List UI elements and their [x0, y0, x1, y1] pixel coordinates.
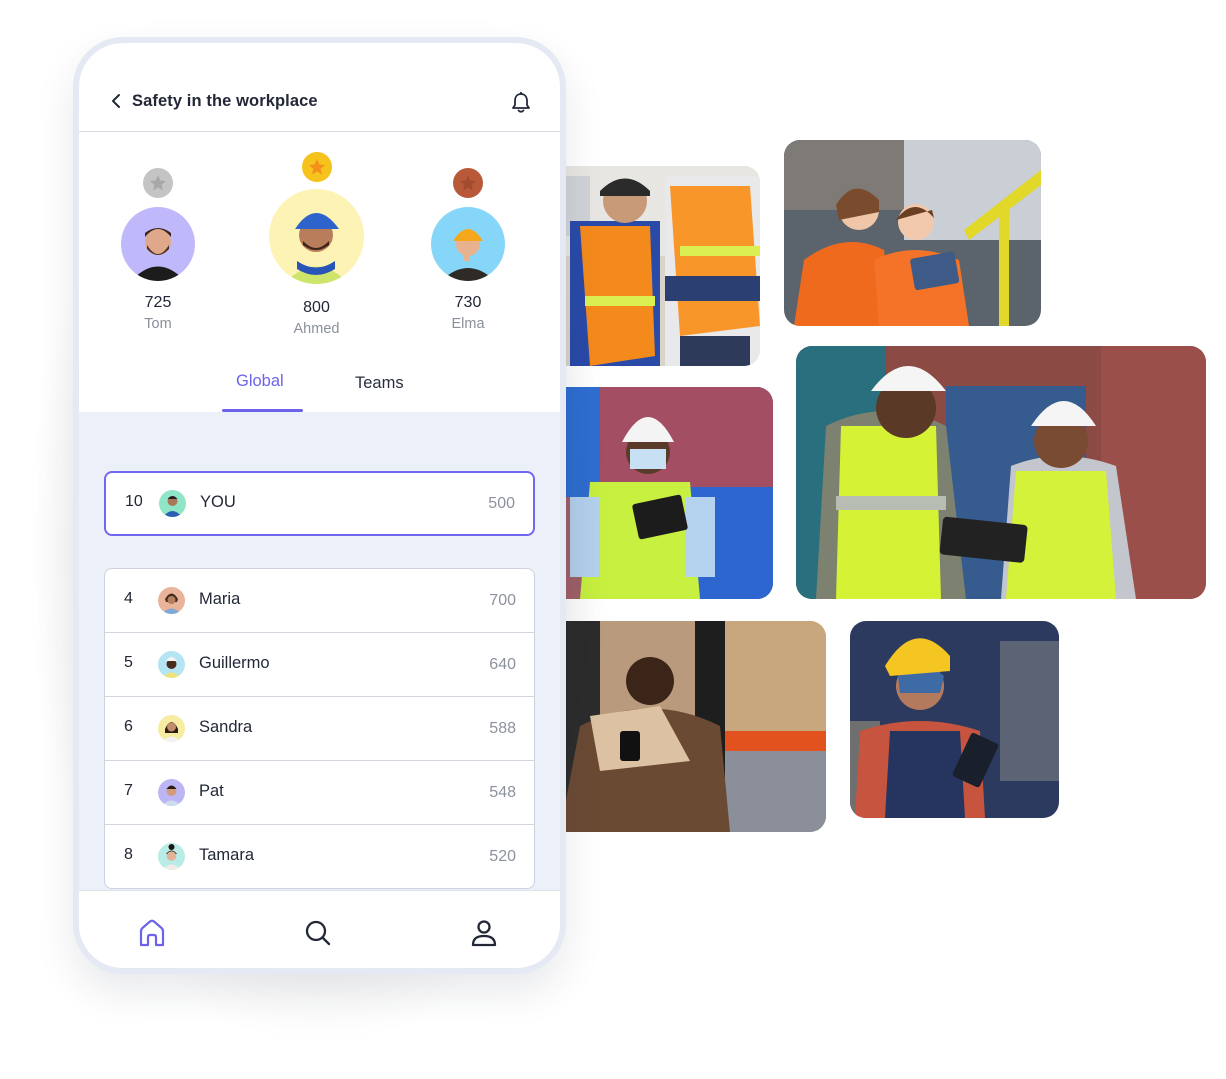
user-score: 588 [489, 720, 516, 737]
bottom-nav [79, 890, 560, 968]
page-title: Safety in the workplace [132, 92, 318, 110]
podium-name: Tom [144, 316, 172, 332]
list-item[interactable]: 4 Maria 700 [105, 569, 534, 633]
rank-number: 4 [124, 590, 133, 607]
rank-number: 5 [124, 654, 133, 671]
silver-medal-icon [143, 168, 173, 198]
chevron-left-icon[interactable] [109, 91, 123, 111]
user-score: 700 [489, 592, 516, 609]
leaderboard-list: 4 Maria 700 5 Guillermo 640 6 Sandra 588… [104, 568, 535, 889]
avatar-maria [158, 587, 185, 614]
search-icon[interactable] [303, 918, 333, 948]
user-score: 640 [489, 656, 516, 673]
bronze-medal-icon [453, 168, 483, 198]
podium-score: 725 [144, 294, 172, 311]
rank-number: 8 [124, 846, 133, 863]
user-score: 548 [489, 784, 516, 801]
user-score: 500 [488, 495, 515, 512]
profile-icon[interactable] [469, 918, 499, 948]
bell-icon[interactable] [511, 92, 531, 114]
avatar-sandra [158, 715, 185, 742]
home-icon[interactable] [137, 918, 167, 948]
avatar-you [159, 490, 186, 517]
podium-second-place[interactable]: 725 Tom [121, 168, 195, 338]
rank-number: 6 [124, 718, 133, 735]
avatar-guillermo [158, 651, 185, 678]
list-item[interactable]: 5 Guillermo 640 [105, 633, 534, 697]
avatar-tom [121, 207, 195, 281]
user-name: Maria [199, 590, 241, 608]
user-name: Sandra [199, 718, 253, 736]
rank-number: 10 [125, 493, 143, 510]
photo-women-orange-coveralls [784, 140, 1041, 326]
user-name: Pat [199, 782, 224, 800]
podium-name: Ahmed [293, 321, 340, 337]
avatar-ahmed [269, 189, 364, 284]
gold-medal-icon [302, 152, 332, 182]
user-name: YOU [200, 493, 236, 511]
user-name: Tamara [199, 846, 255, 864]
current-user-card[interactable]: 10 YOU 500 [104, 471, 535, 536]
list-item[interactable]: 7 Pat 548 [105, 761, 534, 825]
avatar-tamara [158, 843, 185, 870]
avatar-elma [431, 207, 505, 281]
tab-teams[interactable]: Teams [355, 374, 404, 393]
podium-third-place[interactable]: 730 Elma [431, 168, 505, 338]
active-tab-indicator [222, 409, 303, 412]
list-item[interactable]: 6 Sandra 588 [105, 697, 534, 761]
user-score: 520 [489, 848, 516, 865]
podium-score: 730 [454, 294, 482, 311]
podium-first-place[interactable]: 800 Ahmed [269, 152, 364, 342]
app-header: Safety in the workplace [79, 43, 560, 132]
phone-screen: Safety in the workplace 725 Tom 800 Ahme… [79, 43, 560, 968]
tab-global[interactable]: Global [236, 372, 284, 391]
photo-workers-hivis-tablet [796, 346, 1206, 599]
phone-frame: Safety in the workplace 725 Tom 800 Ahme… [73, 37, 566, 974]
avatar-pat [158, 779, 185, 806]
podium-name: Elma [451, 316, 485, 332]
podium-score: 800 [303, 299, 330, 316]
photo-woman-hardhat-tablet [850, 621, 1059, 818]
user-name: Guillermo [199, 654, 270, 672]
rank-number: 7 [124, 782, 133, 799]
list-item[interactable]: 8 Tamara 520 [105, 825, 534, 888]
